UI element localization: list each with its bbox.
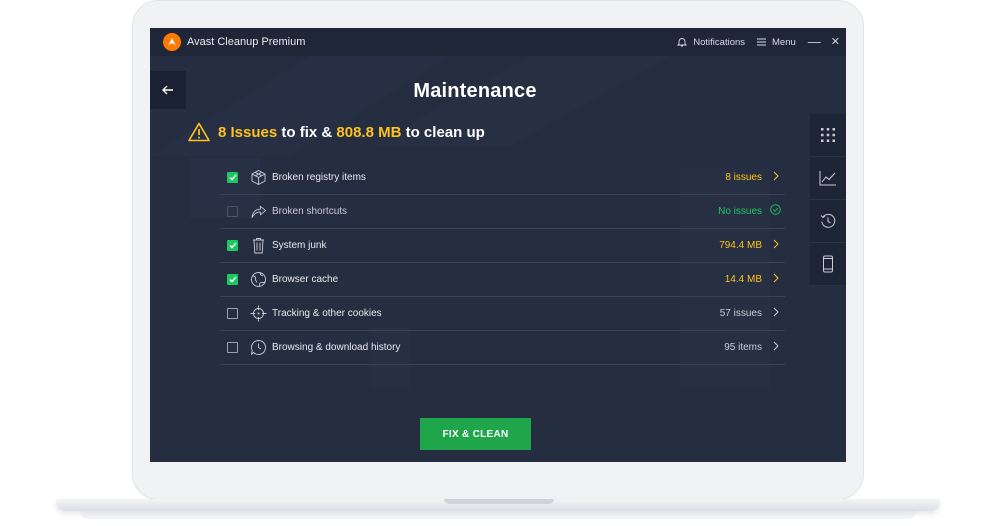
globe-icon [250, 271, 267, 288]
app-title: Avast Cleanup Premium [187, 36, 306, 48]
notifications-button[interactable]: Notifications [677, 37, 745, 48]
summary-text-1: to fix & [277, 123, 337, 141]
right-sidebar [810, 114, 846, 286]
item-label: Broken shortcuts [272, 206, 348, 217]
app-window: Avast Cleanup Premium Notifications Menu… [150, 28, 846, 462]
check-icon [229, 242, 237, 249]
check-icon [229, 276, 237, 283]
warning-icon [188, 122, 210, 142]
check-circle-icon [770, 204, 781, 215]
bell-icon [677, 38, 688, 47]
avast-logo-icon [163, 33, 181, 51]
checkbox[interactable] [227, 240, 238, 251]
history-icon [820, 213, 836, 228]
chevron-right-icon[interactable] [773, 239, 779, 249]
summary-text-2: to clean up [401, 123, 485, 141]
checkbox[interactable] [227, 342, 238, 353]
list-item-tracking-cookies[interactable]: Tracking & other cookies 57 issues [220, 297, 785, 331]
grid-icon [821, 128, 835, 142]
laptop-notch [444, 499, 554, 504]
summary-size: 808.8 MB [336, 123, 402, 141]
page-title: Maintenance [413, 80, 537, 102]
chart-icon [819, 171, 836, 186]
item-value: 794.4 MB [719, 240, 762, 251]
list-item-system-junk[interactable]: System junk 794.4 MB [220, 229, 785, 263]
checkbox[interactable] [227, 308, 238, 319]
item-value: No issues [718, 206, 762, 217]
chevron-right-icon[interactable] [773, 171, 779, 181]
list-item-browsing-history[interactable]: Browsing & download history 95 items [220, 331, 785, 365]
item-value: 14.4 MB [724, 274, 762, 285]
item-value: 95 items [724, 342, 762, 353]
cube-icon [250, 169, 267, 186]
close-button[interactable]: ✕ [831, 36, 840, 48]
title-bar: Avast Cleanup Premium Notifications Menu… [150, 28, 846, 56]
item-label: Browser cache [272, 274, 339, 285]
item-label: System junk [272, 240, 327, 251]
item-value: 8 issues [725, 172, 762, 183]
chevron-right-icon[interactable] [773, 273, 779, 283]
chevron-right-icon[interactable] [773, 307, 779, 317]
laptop-base-shadow [80, 511, 916, 519]
item-value: 57 issues [719, 308, 762, 319]
menu-button[interactable]: Menu [757, 37, 796, 48]
chevron-right-icon[interactable] [773, 341, 779, 351]
summary-line: 8 Issues to fix & 808.8 MB to clean up [188, 122, 485, 142]
item-label: Browsing & download history [272, 342, 401, 353]
crosshair-icon [250, 305, 267, 322]
summary-issues: 8 Issues [218, 123, 278, 141]
list-item-broken-registry[interactable]: Broken registry items 8 issues [220, 161, 785, 195]
sidebar-item-history[interactable] [810, 200, 846, 243]
list-item-broken-shortcuts[interactable]: Broken shortcuts No issues [220, 195, 785, 229]
hamburger-icon [757, 38, 767, 46]
checkbox[interactable] [227, 274, 238, 285]
check-icon [229, 174, 237, 181]
menu-label: Menu [772, 36, 796, 48]
notifications-label: Notifications [693, 36, 746, 48]
list-item-browser-cache[interactable]: Browser cache 14.4 MB [220, 263, 785, 297]
checkbox [227, 206, 238, 217]
minimize-button[interactable]: — [808, 35, 821, 48]
phone-icon [823, 255, 833, 273]
maintenance-list: Broken registry items 8 issues Broken sh… [220, 161, 785, 365]
sidebar-item-mobile[interactable] [810, 243, 846, 286]
shortcut-arrow-icon [250, 203, 267, 220]
trash-icon [250, 237, 267, 254]
fix-clean-button[interactable]: FIX & CLEAN [420, 418, 531, 450]
sidebar-item-performance[interactable] [810, 157, 846, 200]
checkbox[interactable] [227, 172, 238, 183]
item-label: Broken registry items [272, 172, 366, 183]
history-bubble-icon [250, 339, 267, 356]
item-label: Tracking & other cookies [272, 308, 382, 319]
sidebar-item-apps[interactable] [810, 114, 846, 157]
